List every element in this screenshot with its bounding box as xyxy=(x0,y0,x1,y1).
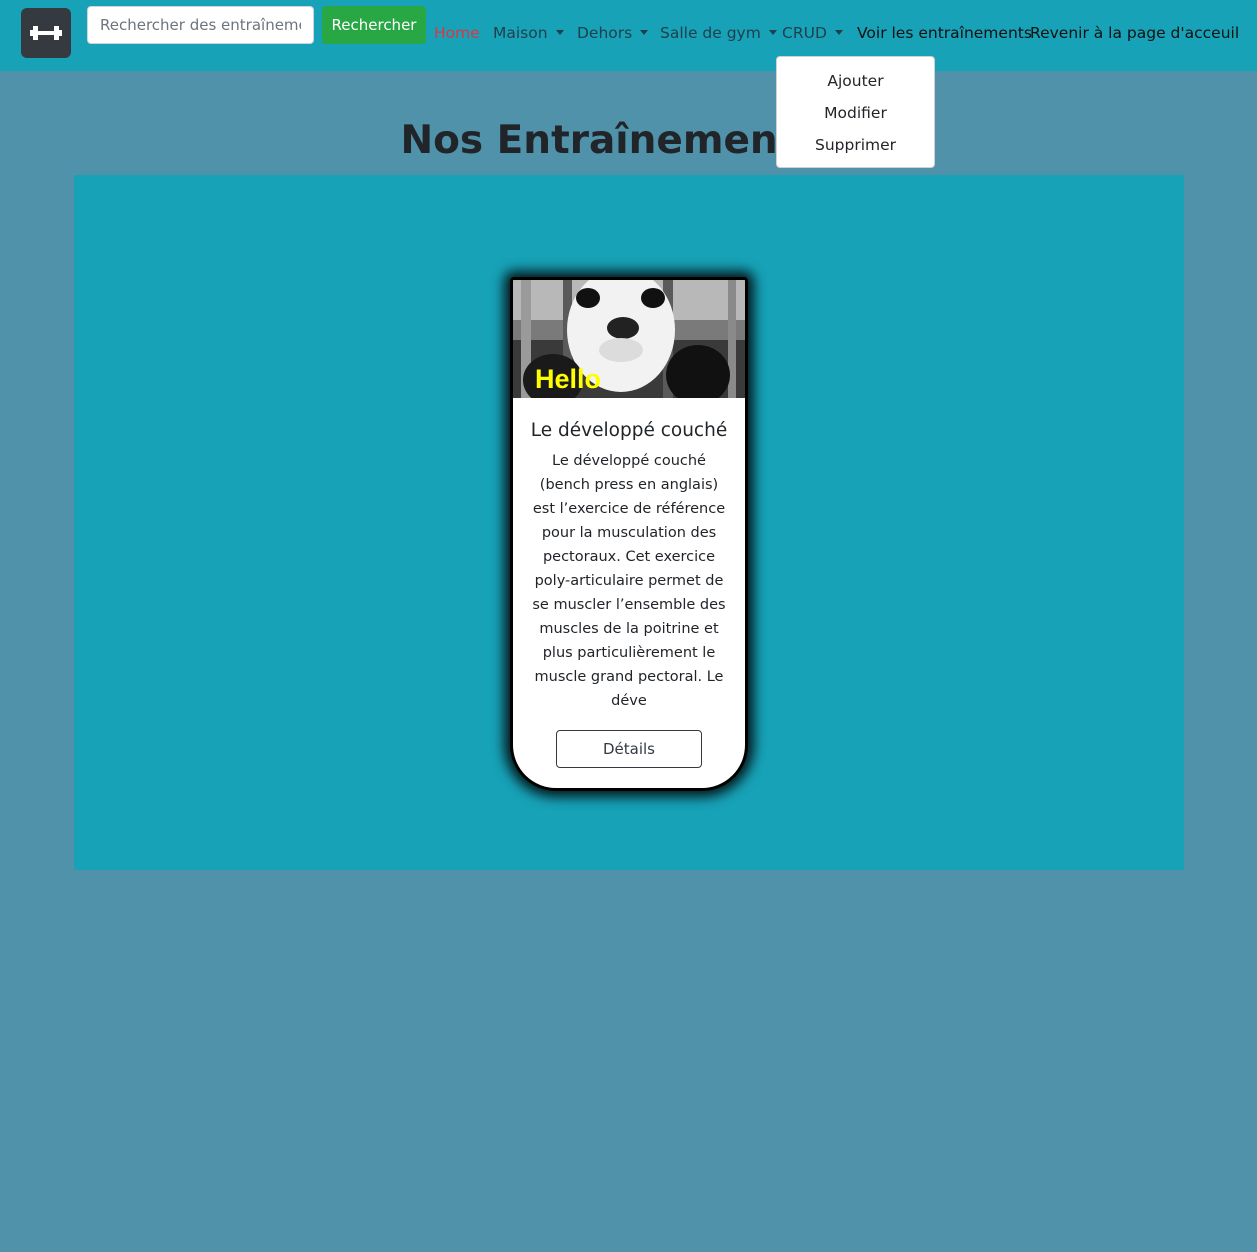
nav-salle-dropdown[interactable]: Salle de gym xyxy=(660,24,777,42)
nav-crud-dropdown[interactable]: CRUD xyxy=(782,24,843,42)
nav-revenir-accueil[interactable]: Revenir à la page d'acceuil xyxy=(1030,24,1239,42)
dumbbell-icon xyxy=(30,26,62,40)
nav-salle-label: Salle de gym xyxy=(660,24,761,42)
search-button[interactable]: Rechercher xyxy=(322,6,426,44)
caret-down-icon xyxy=(768,30,777,35)
card-image: Hello xyxy=(513,280,745,398)
details-button[interactable]: Détails xyxy=(556,730,702,768)
search-input[interactable] xyxy=(87,6,314,44)
menu-item-modifier[interactable]: Modifier xyxy=(777,97,934,129)
nav-crud-label: CRUD xyxy=(782,24,827,42)
nav-dehors-label: Dehors xyxy=(577,24,633,42)
page-title: Nos Entraînements xyxy=(400,118,820,163)
card-image-caption: Hello xyxy=(535,364,602,394)
menu-item-ajouter[interactable]: Ajouter xyxy=(777,65,934,97)
nav-maison-dropdown[interactable]: Maison xyxy=(493,24,564,42)
menu-item-supprimer[interactable]: Supprimer xyxy=(777,129,934,161)
nav-home[interactable]: Home xyxy=(434,24,480,42)
nav-maison-label: Maison xyxy=(493,24,548,42)
crud-dropdown-menu: Ajouter Modifier Supprimer xyxy=(776,56,935,168)
nav-dehors-dropdown[interactable]: Dehors xyxy=(577,24,649,42)
nav-voir-entrainements[interactable]: Voir les entraînements xyxy=(857,24,1032,42)
card-description: Le développé couché (bench press en angl… xyxy=(532,453,726,709)
brand-logo[interactable] xyxy=(21,8,71,58)
card-title: Le développé couché xyxy=(530,420,728,441)
caret-down-icon xyxy=(834,30,843,35)
caret-down-icon xyxy=(640,30,649,35)
workout-card: Hello Le développé couché Le développé c… xyxy=(510,277,748,791)
caret-down-icon xyxy=(555,30,564,35)
navbar: Rechercher Home Maison Dehors Salle de g… xyxy=(0,0,1257,71)
